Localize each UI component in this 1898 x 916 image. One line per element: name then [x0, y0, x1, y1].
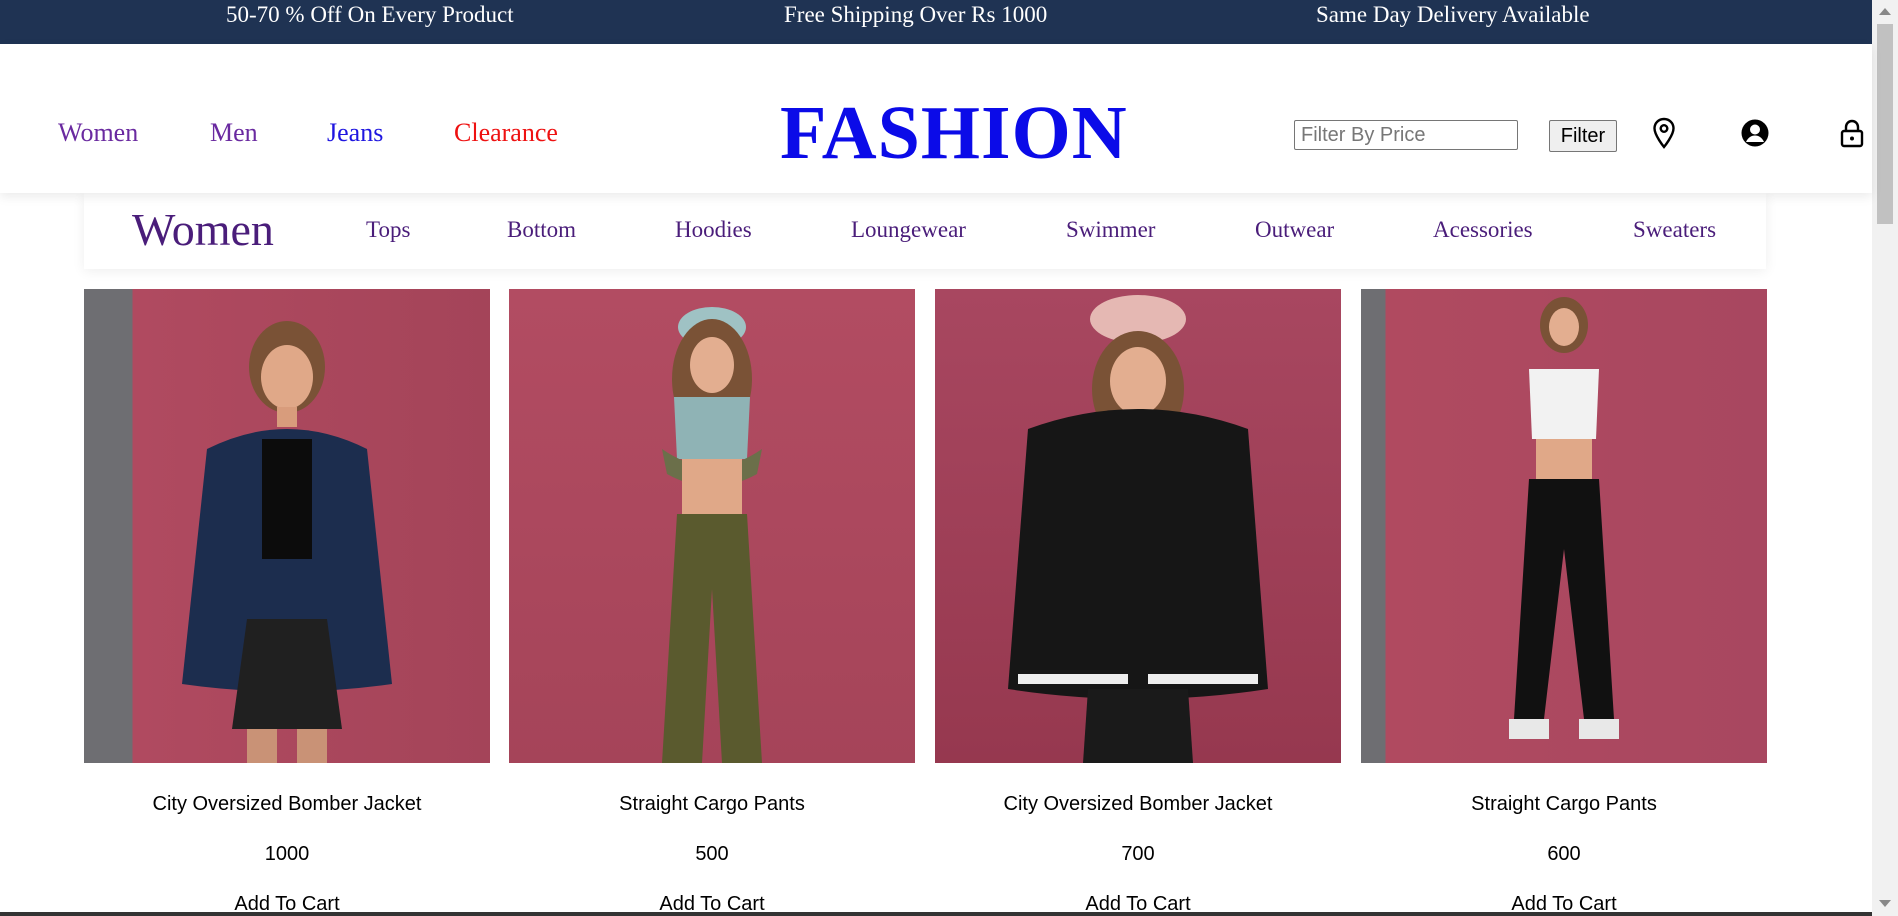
promo-discount-text: 50-70 % Off On Every Product — [226, 2, 514, 27]
category-item-swimmer[interactable]: Swimmer — [1066, 217, 1155, 243]
product-card[interactable]: Straight Cargo Pants 600 Add To Cart — [1361, 289, 1767, 915]
nav-clearance-link[interactable]: Clearance — [454, 118, 558, 148]
category-title: Women — [132, 204, 274, 255]
category-item-bottom[interactable]: Bottom — [507, 217, 576, 243]
nav-men-link[interactable]: Men — [210, 118, 258, 148]
promo-shipping-text: Free Shipping Over Rs 1000 — [784, 2, 1048, 27]
product-card[interactable]: Straight Cargo Pants 500 Add To Cart — [509, 289, 915, 915]
nav-jeans-link[interactable]: Jeans — [327, 118, 383, 148]
product-image[interactable] — [935, 289, 1341, 763]
scroll-up-arrow-icon[interactable] — [1879, 8, 1891, 15]
nav-women-link[interactable]: Women — [58, 118, 138, 148]
model-figure-illustration — [182, 321, 392, 763]
page-bottom-divider — [0, 912, 1872, 916]
product-price: 500 — [695, 843, 729, 865]
scrollbar-thumb[interactable] — [1877, 24, 1893, 224]
product-image[interactable] — [1361, 289, 1767, 763]
product-price: 700 — [1121, 843, 1155, 865]
filter-price-input[interactable] — [1294, 120, 1518, 150]
category-item-tops[interactable]: Tops — [366, 217, 410, 243]
category-item-sweaters[interactable]: Sweaters — [1633, 217, 1716, 243]
category-item-loungewear[interactable]: Loungewear — [851, 217, 966, 243]
product-card[interactable]: City Oversized Bomber Jacket 1000 Add To… — [84, 289, 490, 915]
scroll-down-arrow-icon[interactable] — [1879, 900, 1891, 907]
model-figure-illustration — [1509, 297, 1619, 739]
lock-icon[interactable] — [1835, 116, 1869, 150]
model-figure-illustration — [1008, 295, 1268, 763]
location-pin-icon[interactable] — [1647, 116, 1681, 150]
site-logo[interactable]: FASHION — [780, 90, 1128, 177]
product-name[interactable]: Straight Cargo Pants — [1361, 793, 1767, 816]
product-name[interactable]: Straight Cargo Pants — [509, 793, 915, 816]
category-nav: Women Tops Bottom Hoodies Loungewear Swi… — [84, 193, 1766, 269]
vertical-scrollbar[interactable] — [1872, 0, 1898, 916]
site-header: Women Men Jeans Clearance FASHION Filter — [0, 44, 1872, 193]
product-card[interactable]: City Oversized Bomber Jacket 700 Add To … — [935, 289, 1341, 915]
product-price: 600 — [1547, 843, 1581, 865]
category-item-outwear[interactable]: Outwear — [1255, 217, 1334, 243]
filter-button[interactable]: Filter — [1549, 120, 1617, 152]
product-name[interactable]: City Oversized Bomber Jacket — [935, 793, 1341, 816]
model-figure-illustration — [662, 307, 762, 763]
promo-delivery-text: Same Day Delivery Available — [1316, 2, 1590, 27]
product-name[interactable]: City Oversized Bomber Jacket — [84, 793, 490, 816]
product-image[interactable] — [84, 289, 490, 763]
product-price: 1000 — [264, 843, 310, 865]
user-account-icon[interactable] — [1738, 116, 1772, 150]
promo-bar: 50-70 % Off On Every Product Free Shippi… — [0, 0, 1872, 44]
category-item-hoodies[interactable]: Hoodies — [675, 217, 752, 243]
category-item-acessories[interactable]: Acessories — [1433, 217, 1533, 243]
product-image[interactable] — [509, 289, 915, 763]
